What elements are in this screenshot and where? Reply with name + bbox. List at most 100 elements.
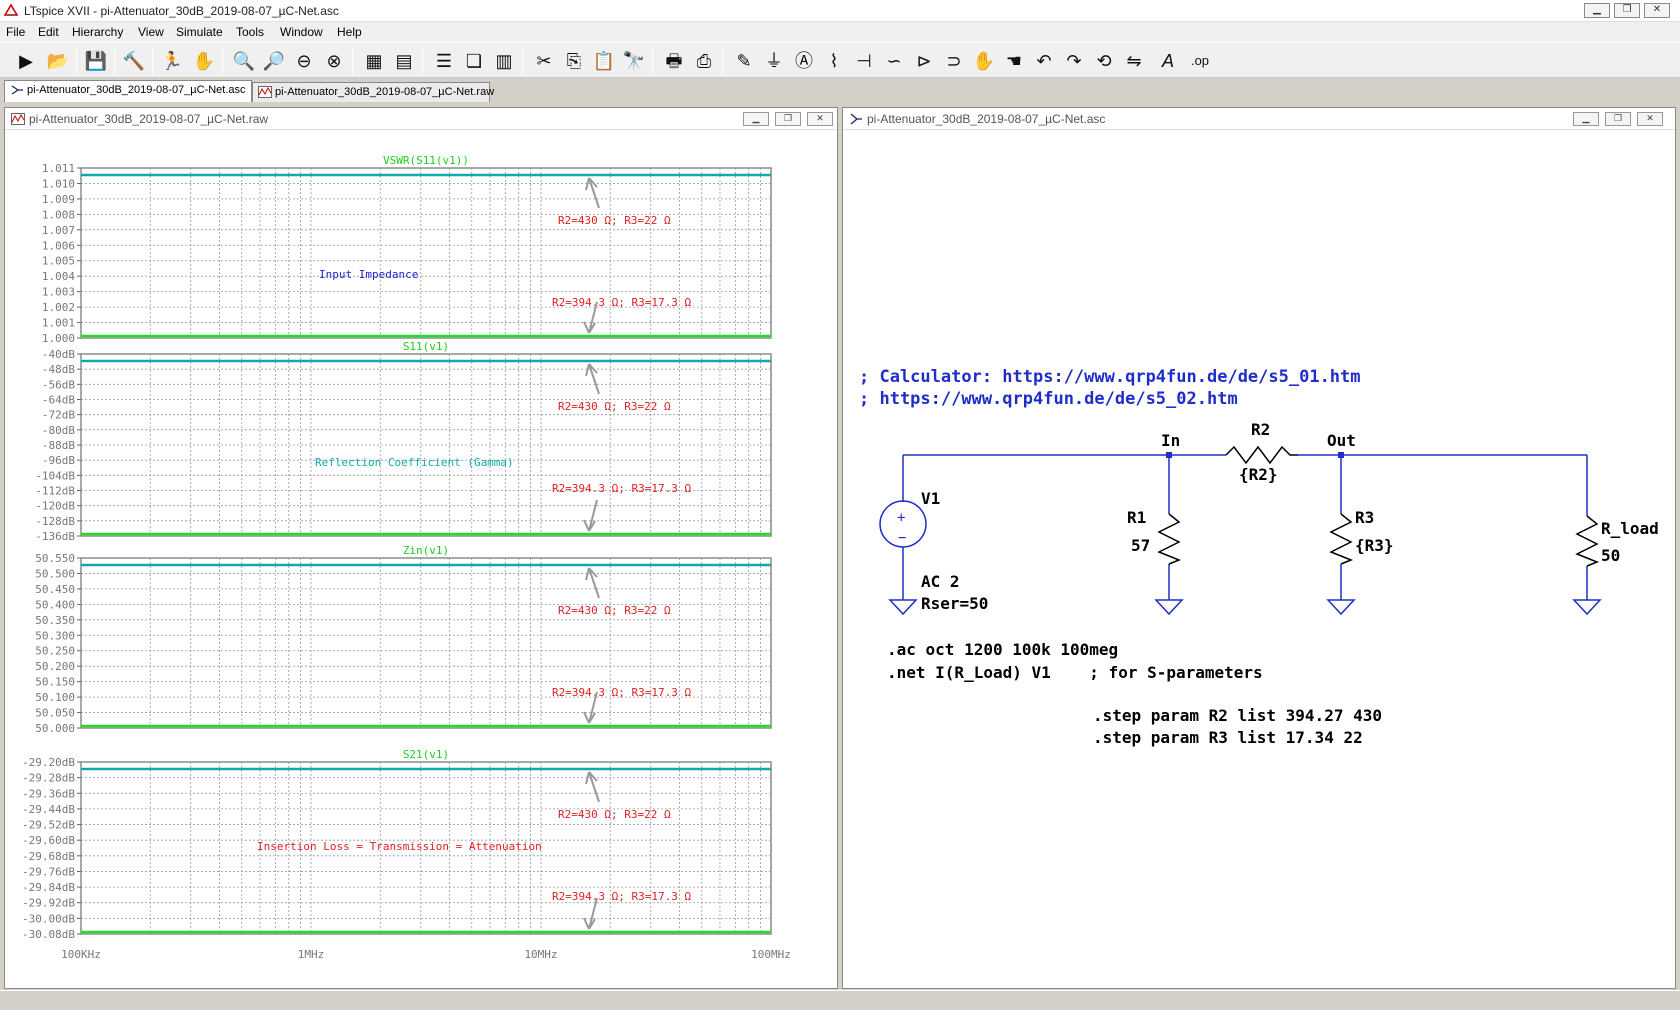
diode-icon[interactable]: ⊳: [912, 49, 936, 73]
waveform-restore-button[interactable]: ❐: [775, 112, 801, 126]
menu-help[interactable]: Help: [337, 25, 362, 39]
pan-icon[interactable]: 🔎: [262, 49, 286, 73]
y-tick-label: -29.44dB: [22, 803, 75, 816]
trace-name[interactable]: Zin(v1): [403, 544, 449, 557]
ground-icon[interactable]: ⏚: [762, 49, 786, 73]
v1-ac-value: AC 2: [921, 572, 960, 591]
trace-name[interactable]: S11(v1): [403, 340, 449, 353]
trace-name[interactable]: VSWR(S11(v1)): [383, 154, 469, 167]
schematic-window: pi-Attenuator_30dB_2019-08-07_µC-Net.asc…: [842, 107, 1676, 989]
menu-tools[interactable]: Tools: [236, 25, 264, 39]
halt-hand-icon[interactable]: ✋: [192, 49, 216, 73]
menu-hierarchy[interactable]: Hierarchy: [72, 25, 123, 39]
menu-window[interactable]: Window: [280, 25, 323, 39]
autorange-icon[interactable]: ▦: [362, 49, 386, 73]
cut-icon[interactable]: ✂: [532, 49, 556, 73]
text-icon[interactable]: A: [1156, 49, 1180, 73]
find-icon[interactable]: 🔭: [622, 49, 646, 73]
zoom-out-icon[interactable]: ⊖: [292, 49, 316, 73]
menu-file[interactable]: File: [6, 25, 25, 39]
step-annotation-lower: R2=394.3 Ω; R3=17.3 Ω: [552, 890, 691, 903]
step-annotation-upper: R2=430 Ω; R3=22 Ω: [558, 604, 671, 617]
schematic-icon: [11, 85, 23, 95]
schematic-canvas[interactable]: ; Calculator: https://www.qrp4fun.de/de/…: [845, 132, 1673, 986]
print-preview-icon[interactable]: ⎙: [692, 49, 716, 73]
schematic-minimize-button[interactable]: ▁: [1573, 112, 1599, 126]
r2-value: {R2}: [1239, 465, 1278, 484]
comment-calculator: ; Calculator: https://www.qrp4fun.de/de/…: [859, 367, 1361, 387]
schematic-restore-button[interactable]: ❐: [1605, 112, 1631, 126]
waveform-plot[interactable]: VSWR(S11(v1)) 1.011 1.010 1.009 1.008 1.007 1.…: [7, 132, 833, 988]
y-tick-label: -72dB: [42, 409, 75, 422]
net-label-in: In: [1161, 431, 1180, 450]
x-tick-label: 100MHz: [751, 948, 791, 961]
tile-vertical-icon[interactable]: ▥: [492, 49, 516, 73]
paste-icon[interactable]: 📋: [592, 49, 616, 73]
y-tick-label: -112dB: [35, 485, 75, 498]
y-tick-label: -48dB: [42, 363, 75, 376]
y-tick-label: -136dB: [35, 530, 75, 543]
print-icon[interactable]: 🖶: [662, 49, 686, 73]
component-icon[interactable]: ⊃: [942, 49, 966, 73]
label-net-icon[interactable]: Ⓐ: [792, 49, 816, 73]
directive-net[interactable]: .net I(R_Load) V1 ; for S-parameters: [887, 663, 1263, 682]
menu-view[interactable]: View: [138, 25, 164, 39]
directive-step-r3[interactable]: .step param R3 list 17.34 22: [1093, 728, 1363, 747]
arrow-upper: [585, 363, 600, 395]
voltage-source-v1[interactable]: + −: [879, 500, 927, 548]
open-folder-icon[interactable]: 📂: [46, 49, 70, 73]
menu-simulate[interactable]: Simulate: [176, 25, 223, 39]
capacitor-icon[interactable]: ⊣: [852, 49, 876, 73]
y-tick-label: 1.011: [42, 162, 75, 175]
zoom-fit-icon[interactable]: ⊗: [322, 49, 346, 73]
undo-icon[interactable]: ↶: [1032, 49, 1056, 73]
zoom-in-icon[interactable]: 🔍: [232, 49, 256, 73]
copy-icon[interactable]: ⎘: [562, 49, 586, 73]
resistor-icon[interactable]: ⌇: [822, 49, 846, 73]
rotate-icon[interactable]: ⟲: [1092, 49, 1116, 73]
control-panel-icon[interactable]: 🔨: [122, 49, 146, 73]
redo-icon[interactable]: ↷: [1062, 49, 1086, 73]
y-tick-label: 50.450: [35, 583, 75, 596]
cascade-icon[interactable]: ❏: [462, 49, 486, 73]
plot-pane[interactable]: VSWR(S11(v1)) 1.011 1.010 1.009 1.008 1.007 1.…: [42, 154, 772, 345]
close-button[interactable]: ✕: [1644, 3, 1670, 18]
schematic-drawing[interactable]: ; Calculator: https://www.qrp4fun.de/de/…: [845, 132, 1671, 988]
resistor-r1[interactable]: [1157, 513, 1182, 565]
directive-step-r2[interactable]: .step param R2 list 394.27 430: [1093, 706, 1382, 725]
menu-edit[interactable]: Edit: [38, 25, 59, 39]
tile-horizontal-icon[interactable]: ☰: [432, 49, 456, 73]
run-man-icon[interactable]: 🏃: [160, 49, 184, 73]
resistor-rload[interactable]: [1575, 515, 1600, 567]
minimize-button[interactable]: ▁: [1584, 3, 1610, 18]
spice-directive-icon[interactable]: .op: [1188, 49, 1212, 73]
move-hand-icon[interactable]: ✋: [972, 49, 996, 73]
resistor-r2[interactable]: [1225, 445, 1298, 465]
schematic-close-button[interactable]: ✕: [1637, 112, 1663, 126]
resistor-r3[interactable]: [1329, 513, 1354, 565]
title-bar: LTspice XVII - pi-Attenuator_30dB_2019-0…: [0, 0, 1680, 22]
pane-annotation: Insertion Loss = Transmission = Attenuat…: [257, 840, 542, 853]
trace-name[interactable]: S21(v1): [403, 748, 449, 761]
y-tick-label: 1.002: [42, 301, 75, 314]
draw-wire-icon[interactable]: ✎: [732, 49, 756, 73]
y-tick-label: 1.008: [42, 208, 75, 221]
y-tick-label: -29.60dB: [22, 834, 75, 847]
save-icon[interactable]: 💾: [84, 49, 108, 73]
restore-button[interactable]: ❐: [1614, 3, 1640, 18]
waveform-minimize-button[interactable]: ▁: [743, 112, 769, 126]
grid-icon[interactable]: ▤: [392, 49, 416, 73]
plot-pane[interactable]: Zin(v1) 50.550 50.500 50.450 50.400 50.350 50.…: [35, 544, 772, 735]
directive-ac[interactable]: .ac oct 1200 100k 100meg: [887, 640, 1118, 659]
y-tick-label: 50.550: [35, 552, 75, 565]
inductor-icon[interactable]: ∽: [882, 49, 906, 73]
mirror-icon[interactable]: ⇋: [1122, 49, 1146, 73]
drag-hand-icon[interactable]: ☚: [1002, 49, 1026, 73]
tab-waveform[interactable]: pi-Attenuator_30dB_2019-08-07_µC-Net.raw: [252, 82, 494, 102]
plot-pane[interactable]: S21(v1) -29.20dB -29.28dB -29.36dB -29.44dB -…: [22, 748, 772, 941]
run-icon[interactable]: ▶: [14, 49, 38, 73]
plot-area[interactable]: VSWR(S11(v1)) 1.011 1.010 1.009 1.008 1.007 1.…: [7, 132, 835, 986]
plot-pane[interactable]: S11(v1) -40dB -48dB -56dB -64dB -72dB -80dB -88…: [35, 340, 772, 543]
waveform-close-button[interactable]: ✕: [807, 112, 833, 126]
tab-schematic[interactable]: pi-Attenuator_30dB_2019-08-07_µC-Net.asc: [4, 80, 252, 102]
